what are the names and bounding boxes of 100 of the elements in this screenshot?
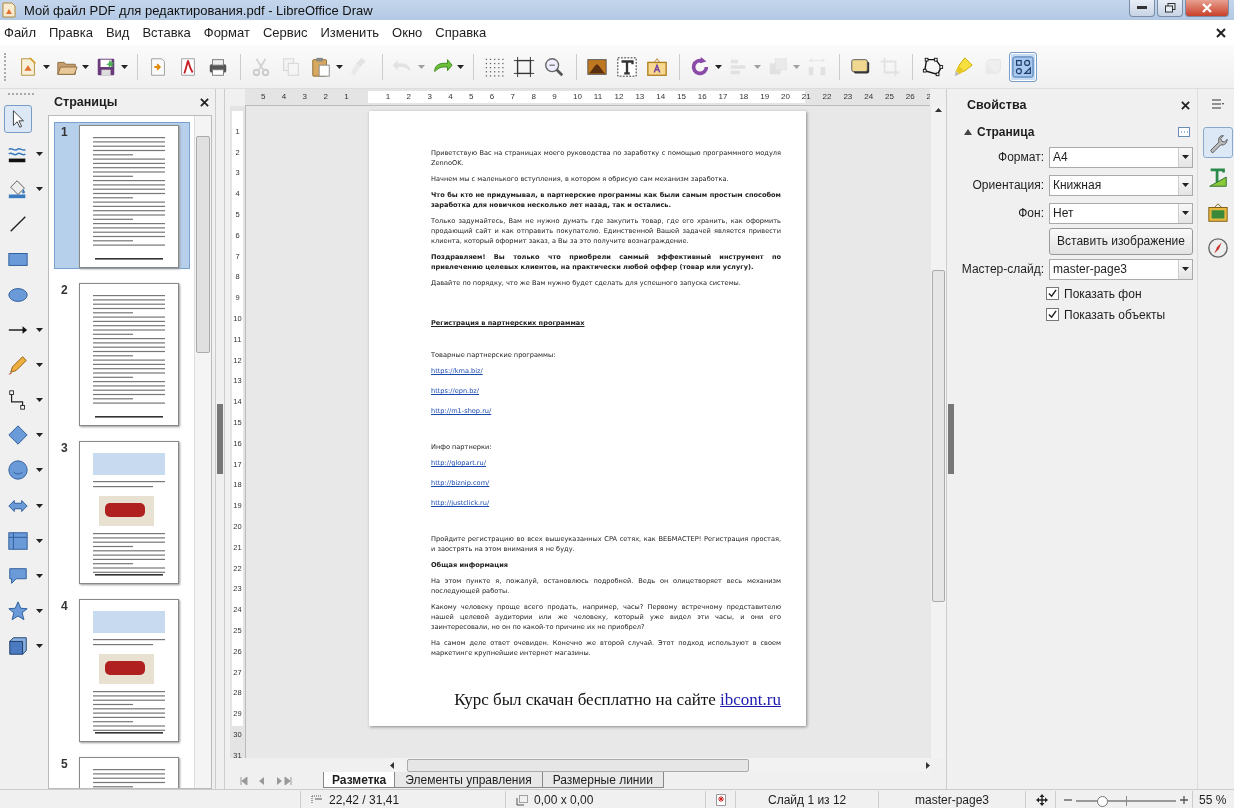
caret-icon <box>1182 183 1189 187</box>
dropdown-button[interactable] <box>36 151 43 156</box>
ruler-number: 1 <box>344 92 349 101</box>
fontwork-icon <box>646 55 668 78</box>
checkbox[interactable] <box>1046 287 1059 300</box>
page-list-item[interactable]: 2 <box>54 280 190 427</box>
collapse-triangle-icon[interactable] <box>964 129 972 135</box>
slider-thumb[interactable] <box>1097 795 1108 807</box>
caret-icon <box>36 398 43 403</box>
highlighter-icon <box>952 55 974 78</box>
dropdown-button[interactable] <box>42 64 51 69</box>
zoom-slider[interactable] <box>1076 794 1176 806</box>
layer-tab[interactable]: Размерные линии <box>541 772 664 788</box>
minimize-button[interactable] <box>1129 0 1155 17</box>
more-options-icon[interactable] <box>1178 127 1190 137</box>
dropdown-button[interactable] <box>36 327 43 332</box>
rotate-icon <box>689 55 711 78</box>
dropdown-button[interactable] <box>36 609 43 614</box>
dropdown-button[interactable] <box>36 538 43 543</box>
close-icon <box>1202 3 1212 13</box>
caret-icon <box>1182 211 1189 215</box>
restore-icon <box>1164 3 1176 13</box>
styles-icon <box>1206 166 1229 189</box>
dropdown-button[interactable] <box>36 186 43 191</box>
zoom-out-icon[interactable] <box>1064 796 1072 804</box>
close-icon[interactable] <box>1216 27 1226 38</box>
link[interactable]: ibcont.ru <box>720 690 781 709</box>
scroll-right-icon[interactable] <box>926 761 930 769</box>
ruler-number: 16 <box>697 92 707 101</box>
toolbar-button[interactable] <box>1009 51 1037 82</box>
dropdown-button[interactable] <box>36 503 43 508</box>
dropdown-button[interactable] <box>335 64 344 69</box>
dropdown[interactable]: Нет <box>1049 202 1193 224</box>
ruler-number: 10 <box>573 92 582 101</box>
ruler-number: 9 <box>552 92 557 101</box>
close-icon[interactable] <box>200 97 209 107</box>
dropdown-button[interactable] <box>36 433 43 438</box>
scrollbar-thumb[interactable] <box>932 270 945 602</box>
dropdown-button[interactable] <box>456 64 465 69</box>
size-icon <box>516 794 528 806</box>
page-list-item[interactable]: 3 <box>54 438 190 585</box>
checkbox[interactable] <box>1046 308 1059 321</box>
page-list-item[interactable]: 4 <box>54 596 190 743</box>
tool-button[interactable] <box>4 104 32 133</box>
menu-item[interactable]: Формат <box>203 25 250 40</box>
page-list-item[interactable]: 5 <box>54 754 190 788</box>
zoom-icon <box>543 55 565 78</box>
layer-tab[interactable]: Разметка <box>323 772 396 788</box>
menu-item[interactable]: Справка <box>435 25 487 40</box>
menu-item[interactable]: Вид <box>105 25 130 40</box>
collapse-handle[interactable] <box>216 89 225 789</box>
ruler-number: 25 <box>885 92 894 101</box>
close-icon[interactable] <box>1181 100 1190 110</box>
scrollbar-thumb[interactable] <box>407 758 749 772</box>
caret-icon <box>36 644 43 649</box>
menu-item[interactable]: Окно <box>392 25 423 40</box>
shapes-icon <box>1012 55 1034 78</box>
app-icon <box>2 2 16 18</box>
page-list-item[interactable]: 1 <box>54 122 190 269</box>
dropdown-button[interactable] <box>36 468 43 473</box>
scroll-left-icon[interactable] <box>390 761 394 769</box>
menu-item[interactable]: Правка <box>48 25 93 40</box>
dropdown[interactable]: A4 <box>1049 146 1193 168</box>
caret-icon <box>754 64 761 69</box>
insert-image-button[interactable]: Вставить изображение <box>1049 227 1193 255</box>
caret-icon <box>36 468 43 473</box>
dropdown-button[interactable] <box>714 64 723 69</box>
dropdown-button[interactable] <box>81 64 90 69</box>
ruler-number: 12 <box>614 92 624 101</box>
ruler-number: 15 <box>677 92 686 101</box>
menu-item[interactable]: Файл <box>4 25 36 40</box>
collapse-handle[interactable] <box>946 89 954 789</box>
dropdown-button[interactable] <box>36 644 43 649</box>
panel-title: Страницы <box>54 95 118 109</box>
dropdown-button[interactable] <box>36 574 43 579</box>
menu-item[interactable]: Изменить <box>320 25 380 40</box>
menu-item[interactable]: Сервис <box>262 25 308 40</box>
caret-icon <box>36 186 43 191</box>
caret-icon <box>1182 155 1189 159</box>
menu-icon[interactable] <box>1211 99 1224 109</box>
field-label: Мастер-слайд: <box>960 262 1045 276</box>
zoom-in-icon[interactable] <box>1180 796 1188 804</box>
position-text: 22,42 / 31,41 <box>329 793 400 807</box>
layer-tab[interactable]: Элементы управления <box>394 772 543 788</box>
ruler-number: 24 <box>864 92 874 101</box>
slide-counter: Слайд 1 из 12 <box>768 793 847 807</box>
sidebar-tab[interactable] <box>1202 127 1233 158</box>
restore-button[interactable] <box>1157 0 1183 17</box>
scrollbar-thumb[interactable] <box>196 136 210 353</box>
ruler-number: 18 <box>739 92 749 101</box>
dropdown-button[interactable] <box>36 362 43 367</box>
scroll-up-icon[interactable] <box>935 108 942 112</box>
document-modified-icon[interactable] <box>716 794 726 806</box>
dropdown[interactable]: Книжная <box>1049 174 1193 196</box>
dropdown[interactable]: master-page3 <box>1049 258 1193 280</box>
dropdown-button[interactable] <box>36 398 43 403</box>
ruler-number: 2 <box>323 92 328 101</box>
menu-item[interactable]: Вставка <box>142 25 191 40</box>
close-button[interactable] <box>1185 0 1229 17</box>
dropdown-button[interactable] <box>120 64 129 69</box>
